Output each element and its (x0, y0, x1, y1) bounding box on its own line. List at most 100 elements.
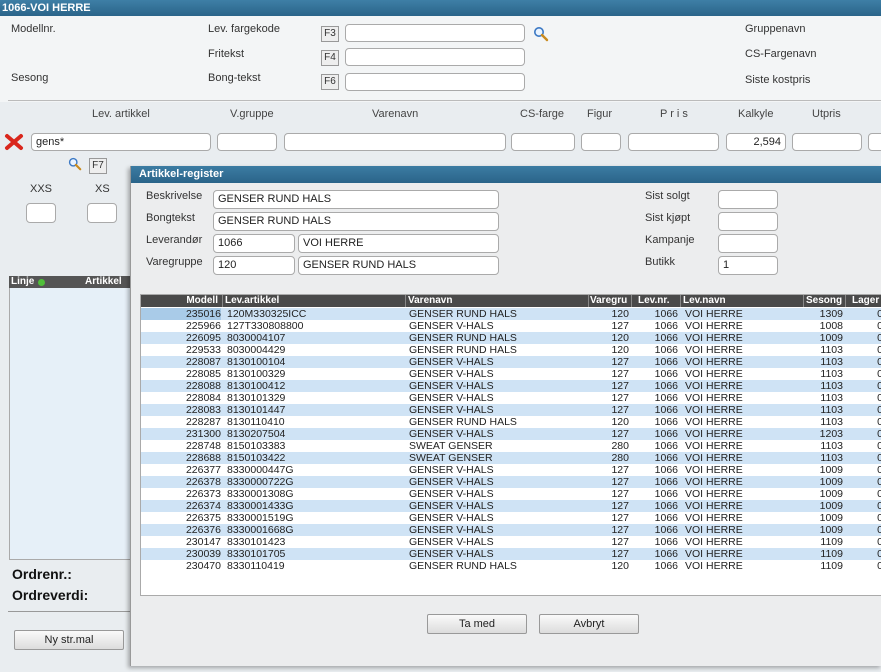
cell-varegruppe: 127 (611, 428, 629, 440)
lev-artikkel-filter-input[interactable]: gens* (31, 133, 211, 151)
table-row[interactable]: 235016 120M330325ICC GENSER RUND HALS 120 10… (141, 308, 881, 320)
table-row[interactable]: 228287 8130110410 GENSER RUND HALS 120 1066 V… (141, 416, 881, 428)
cell-sesong: 1203 (819, 428, 843, 440)
table-row[interactable]: 226374 8330001433G GENSER V-HALS 127 1066 VOI… (141, 500, 881, 512)
col-lev-nr[interactable]: Lev.nr. (632, 295, 681, 307)
utpris-filter-input[interactable] (792, 133, 862, 151)
table-row[interactable]: 225966 127T330808800 GENSER V-HALS 127 1066 V… (141, 320, 881, 332)
bongtekst-label: Bongtekst (146, 212, 195, 224)
table-row[interactable]: 230039 8330101705 GENSER V-HALS 127 1066 VOI … (141, 548, 881, 560)
table-row[interactable]: 229533 8030004429 GENSER RUND HALS 120 1066 V… (141, 344, 881, 356)
cell-lager: 0 (846, 500, 881, 512)
cell-lev-artikkel: 127T330808800 (227, 320, 304, 332)
leverandor-navn-input[interactable]: VOI HERRE (298, 234, 499, 253)
varenavn-filter-input[interactable] (284, 133, 506, 151)
vgruppe-filter-input[interactable] (217, 133, 277, 151)
table-row[interactable]: 231300 8130207504 GENSER V-HALS 127 1066 VOI … (141, 428, 881, 440)
cell-lev-nr: 1066 (654, 524, 678, 536)
table-row[interactable]: 226095 8030004107 GENSER RUND HALS 120 1066 V… (141, 332, 881, 344)
cell-lev-artikkel: 8150103422 (227, 452, 286, 464)
cell-lager: 0 (846, 392, 881, 404)
col-modell[interactable]: Modell (141, 295, 223, 307)
order-lines-list[interactable] (9, 276, 132, 560)
table-row[interactable]: 228085 8130100329 GENSER V-HALS 127 1066 VOI … (141, 368, 881, 380)
extra-filter-input[interactable] (868, 133, 881, 151)
modellnr-label: Modellnr. (11, 23, 56, 35)
butikk-input[interactable]: 1 (718, 256, 778, 275)
col-sesong[interactable]: Sesong (804, 295, 846, 307)
f4-key[interactable]: F4 (321, 50, 339, 66)
search-icon[interactable] (533, 26, 549, 45)
size-xxs-input[interactable] (26, 203, 56, 223)
cell-varegruppe: 127 (611, 524, 629, 536)
cell-sesong: 1009 (819, 488, 843, 500)
bongtekst-input[interactable]: GENSER RUND HALS (213, 212, 499, 231)
cell-varenavn: GENSER V-HALS (409, 524, 494, 536)
figur-filter-input[interactable] (581, 133, 621, 151)
table-row[interactable]: 228688 8150103422 SWEAT GENSER 280 1066 VOI H… (141, 452, 881, 464)
leverandor-nr-input[interactable]: 1066 (213, 234, 295, 253)
table-row[interactable]: 226378 8330000722G GENSER V-HALS 127 1066 VOI… (141, 476, 881, 488)
col-varenavn[interactable]: Varenavn (406, 295, 589, 307)
cell-lager: 0 (846, 476, 881, 488)
sesong-label: Sesong (11, 72, 49, 84)
col-varegruppe[interactable]: Varegru (589, 295, 632, 307)
sist-kjopt-input[interactable] (718, 212, 778, 231)
f6-key[interactable]: F6 (321, 74, 339, 90)
varegruppe-nr-input[interactable]: 120 (213, 256, 295, 275)
table-row[interactable]: 228087 8130100104 GENSER V-HALS 127 1066 VOI … (141, 356, 881, 368)
cell-lev-navn: VOI HERRE (685, 548, 743, 560)
size-xs-input[interactable] (87, 203, 117, 223)
cell-lev-nr: 1066 (654, 548, 678, 560)
cell-lev-nr: 1066 (654, 392, 678, 404)
kampanje-input[interactable] (718, 234, 778, 253)
col-kalkyle: Kalkyle (738, 108, 774, 120)
cell-lev-nr: 1066 (654, 416, 678, 428)
lev-fargekode-input[interactable] (345, 24, 525, 42)
search-icon[interactable] (68, 157, 82, 174)
artikkel-register-dialog: Artikkel-register Beskrivelse GENSER RUN… (130, 166, 881, 666)
ta-med-button[interactable]: Ta med (427, 614, 527, 634)
kalkyle-input[interactable]: 2,594 (726, 133, 786, 151)
table-row[interactable]: 228084 8130101329 GENSER V-HALS 127 1066 VOI … (141, 392, 881, 404)
cell-lev-navn: VOI HERRE (685, 308, 743, 320)
bong-tekst-input[interactable] (345, 73, 525, 91)
col-lev-navn[interactable]: Lev.navn (681, 295, 804, 307)
varegruppe-navn-input[interactable]: GENSER RUND HALS (298, 256, 499, 275)
cell-lev-navn: VOI HERRE (685, 356, 743, 368)
cell-varegruppe: 127 (611, 476, 629, 488)
divider (8, 611, 131, 612)
avbryt-button[interactable]: Avbryt (539, 614, 639, 634)
table-row[interactable]: 228083 8130101447 GENSER V-HALS 127 1066 VOI … (141, 404, 881, 416)
table-row[interactable]: 228088 8130100412 GENSER V-HALS 127 1066 VOI … (141, 380, 881, 392)
table-row[interactable]: 230147 8330101423 GENSER V-HALS 127 1066 VOI … (141, 536, 881, 548)
cell-sesong: 1103 (820, 344, 843, 356)
ny-str-mal-button[interactable]: Ny str.mal (14, 630, 124, 650)
col-vgruppe: V.gruppe (230, 108, 274, 120)
fritekst-input[interactable] (345, 48, 525, 66)
f3-key[interactable]: F3 (321, 26, 339, 42)
clear-filter-icon[interactable] (4, 133, 24, 154)
cell-modell: 231300 (185, 428, 221, 440)
cell-lev-nr: 1066 (654, 488, 678, 500)
col-lev-artikkel[interactable]: Lev.artikkel (223, 295, 406, 307)
pris-filter-input[interactable] (628, 133, 719, 151)
cell-varenavn: GENSER V-HALS (409, 512, 494, 524)
cell-lev-nr: 1066 (654, 308, 678, 320)
col-lager[interactable]: Lager (846, 295, 881, 307)
cell-modell: 228748 (185, 440, 221, 452)
cell-lager: 0 (846, 512, 881, 524)
cs-farge-filter-input[interactable] (511, 133, 575, 151)
table-row[interactable]: 226377 8330000447G GENSER V-HALS 127 1066 VOI… (141, 464, 881, 476)
table-row[interactable]: 228748 8150103383 SWEAT GENSER 280 1066 VOI H… (141, 440, 881, 452)
sist-solgt-input[interactable] (718, 190, 778, 209)
table-row[interactable]: 226376 8330001668G GENSER V-HALS 127 1066 VOI… (141, 524, 881, 536)
table-row[interactable]: 226375 8330001519G GENSER V-HALS 127 1066 VOI… (141, 512, 881, 524)
table-row[interactable]: 230470 8330110419 GENSER RUND HALS 120 1066 V… (141, 560, 881, 572)
artikkel-grid[interactable]: Modell Lev.artikkel Varenavn Varegru Lev… (140, 294, 881, 596)
cell-lev-nr: 1066 (654, 512, 678, 524)
cell-lager: 0 (846, 560, 881, 572)
f7-key[interactable]: F7 (89, 158, 107, 174)
beskrivelse-input[interactable]: GENSER RUND HALS (213, 190, 499, 209)
table-row[interactable]: 226373 8330001308G GENSER V-HALS 127 1066 VOI… (141, 488, 881, 500)
